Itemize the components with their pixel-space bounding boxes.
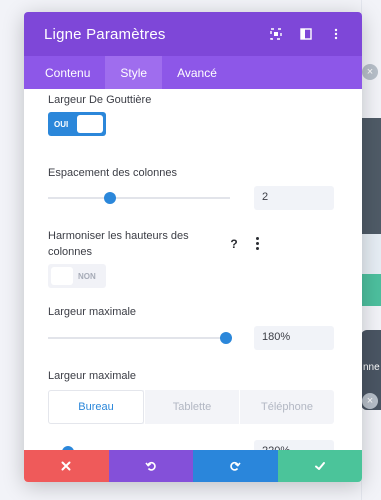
max-width-responsive-input[interactable]: 220%: [254, 440, 334, 450]
cancel-button[interactable]: [24, 450, 109, 482]
redo-button[interactable]: [193, 450, 278, 482]
fullscreen-icon[interactable]: [264, 24, 288, 44]
modal-footer: [24, 450, 362, 482]
background-close-icon[interactable]: ×: [362, 64, 378, 80]
device-tabs: Bureau Tablette Téléphone: [48, 390, 334, 424]
check-icon: [314, 462, 325, 470]
redo-icon: [230, 461, 241, 471]
max-width-input[interactable]: 180%: [254, 326, 334, 350]
more-icon[interactable]: [324, 24, 348, 44]
tab-style[interactable]: Style: [105, 56, 163, 89]
max-width-slider[interactable]: [48, 331, 233, 345]
modal-header: Ligne Paramètres: [24, 12, 362, 56]
modal-title: Ligne Paramètres: [44, 25, 166, 43]
toggle-knob: [51, 267, 73, 285]
max-width-label: Largeur maximale: [48, 306, 137, 318]
settings-tabs: Contenu Style Avancé: [24, 56, 362, 89]
tab-contenu[interactable]: Contenu: [30, 56, 105, 89]
settings-body: Largeur De Gouttière OUI Espacement des …: [24, 89, 362, 450]
undo-button[interactable]: [108, 450, 193, 482]
equalize-heights-toggle[interactable]: NON: [48, 264, 106, 288]
sidebar-icon[interactable]: [294, 24, 318, 44]
equalize-heights-label: Harmoniser les hauteurs des colonnes: [48, 230, 189, 258]
gutter-width-label: Largeur De Gouttière: [48, 94, 152, 106]
toggle-on-text: OUI: [54, 119, 69, 129]
device-tab-tablet[interactable]: Tablette: [145, 390, 239, 424]
slider-thumb[interactable]: [103, 192, 116, 204]
device-tab-phone[interactable]: Téléphone: [240, 390, 334, 424]
device-tab-desktop[interactable]: Bureau: [48, 390, 144, 424]
background-light-section: [361, 234, 381, 274]
undo-icon: [145, 461, 156, 471]
slider-thumb[interactable]: [220, 332, 233, 344]
column-spacing-slider[interactable]: [48, 191, 230, 205]
options-icon[interactable]: [250, 235, 264, 253]
close-icon: [61, 461, 71, 471]
help-icon[interactable]: ?: [225, 235, 243, 253]
background-teal-section: [361, 274, 381, 306]
toggle-knob: [77, 115, 103, 133]
background-dark-section: [361, 118, 381, 234]
row-settings-modal: Ligne Paramètres Contenu Style Avancé La…: [24, 12, 362, 482]
toggle-off-text: NON: [78, 271, 96, 281]
gutter-width-toggle[interactable]: OUI: [48, 112, 106, 136]
background-panel-text: nne: [363, 362, 380, 373]
column-spacing-input[interactable]: 2: [254, 186, 334, 210]
tab-avance[interactable]: Avancé: [162, 56, 232, 89]
background-close-icon-bottom[interactable]: ×: [362, 393, 378, 409]
column-spacing-label: Espacement des colonnes: [48, 167, 178, 179]
max-width-responsive-label: Largeur maximale: [48, 370, 137, 382]
save-button[interactable]: [277, 450, 362, 482]
